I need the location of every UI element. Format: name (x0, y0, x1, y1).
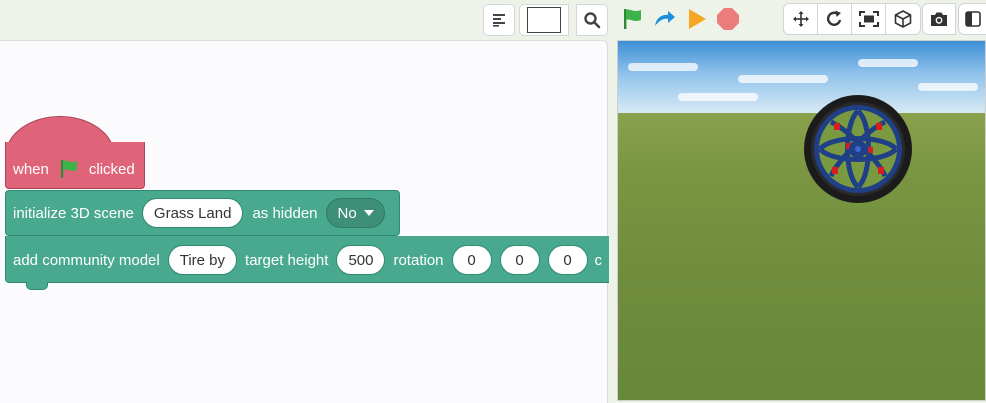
init-scene-row: initialize 3D scene Grass Land as hidden… (13, 198, 385, 228)
play-button[interactable] (684, 6, 710, 32)
trailing-label: c (594, 251, 603, 269)
rotate-icon (826, 10, 841, 26)
stage-divider[interactable] (609, 40, 617, 403)
hidden-dropdown-value: No (337, 204, 357, 222)
cloud (858, 59, 918, 67)
cloud (628, 63, 698, 71)
hat-when-label: when (13, 160, 49, 178)
add-model-row: add community model Tire by target heigh… (13, 245, 602, 275)
rotate-tool-button[interactable] (818, 4, 852, 34)
play-icon (689, 9, 706, 29)
fullscreen-icon (858, 11, 879, 27)
rotation-label: rotation (393, 251, 444, 269)
camera-icon (931, 12, 947, 26)
camera-button[interactable] (922, 3, 956, 35)
tire-model (804, 95, 912, 203)
fullscreen-button[interactable] (852, 4, 886, 34)
move-icon (792, 11, 809, 27)
stop-button[interactable] (715, 6, 741, 32)
target-height-label: target height (245, 251, 329, 269)
hidden-dropdown[interactable]: No (325, 198, 385, 228)
split-view-button[interactable] (958, 3, 986, 35)
rotation-y-input[interactable]: 0 (499, 245, 540, 275)
target-height-input[interactable]: 500 (336, 245, 386, 275)
as-hidden-label: as hidden (252, 204, 318, 222)
green-flag-icon (624, 9, 641, 29)
cloud (738, 75, 828, 83)
hat-block-content: when clicked (13, 158, 135, 180)
step-button[interactable] (651, 6, 677, 32)
add-model-label: add community model (13, 251, 160, 269)
model-name-input[interactable]: Tire by (167, 245, 238, 275)
split-view-icon (965, 11, 981, 27)
cloud (918, 83, 978, 91)
search-icon (584, 12, 601, 29)
green-flag-button[interactable] (619, 6, 645, 32)
hat-clicked-label: clicked (88, 160, 135, 178)
align-left-icon (493, 14, 505, 27)
rotation-x-input[interactable]: 0 (451, 245, 492, 275)
block-bottom-tab (26, 282, 48, 290)
rotation-z-input[interactable]: 0 (547, 245, 588, 275)
cloud (678, 93, 758, 101)
move-tool-button[interactable] (784, 4, 818, 34)
caret-down-icon (363, 210, 374, 216)
app-root: when clicked initialize 3D scene Grass L… (0, 0, 986, 403)
search-button[interactable] (576, 4, 608, 36)
align-button[interactable] (483, 4, 515, 36)
scene-name-input[interactable]: Grass Land (141, 198, 244, 228)
step-arrow-icon (655, 11, 675, 26)
toolbar-input[interactable] (527, 7, 561, 33)
stop-icon (717, 8, 739, 30)
green-flag-icon (60, 160, 77, 178)
view-tools-group (783, 3, 921, 35)
cube-button[interactable] (886, 4, 920, 34)
cube-icon (894, 10, 912, 28)
init-scene-label: initialize 3D scene (13, 204, 134, 222)
scene-view[interactable] (617, 40, 986, 401)
